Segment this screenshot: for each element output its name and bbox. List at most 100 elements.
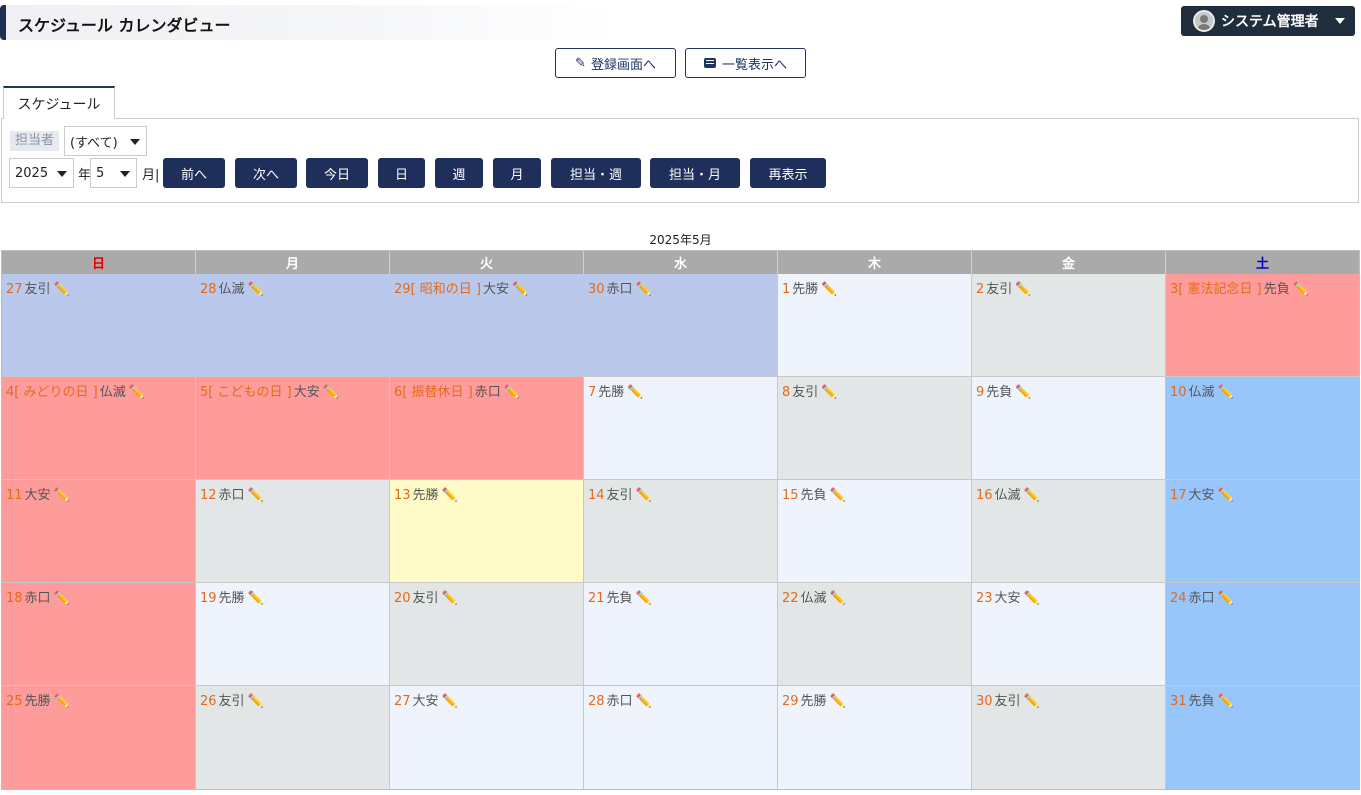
month-calendar: 日 月 火 水 木 金 土 27 友引 ✏️ 28 仏滅 ✏️ 29[ 昭和の日 ] 大安 ✏️… (1, 250, 1360, 790)
pencil-icon[interactable]: ✏️ (54, 282, 70, 297)
pencil-icon[interactable]: ✏️ (248, 282, 264, 297)
calendar-day-cell[interactable]: 4[ みどりの日 ] 仏滅 ✏️ (2, 377, 196, 480)
pencil-icon[interactable]: ✏️ (636, 488, 652, 503)
pencil-icon[interactable]: ✏️ (627, 385, 643, 400)
calendar-day-cell[interactable]: 28 仏滅 ✏️ (196, 274, 390, 377)
rokuyo-label: 仏滅 (99, 385, 126, 400)
pencil-icon[interactable]: ✏️ (129, 385, 145, 400)
pencil-icon[interactable]: ✏️ (1218, 694, 1234, 709)
calendar-day-cell[interactable]: 1 先勝 ✏️ (778, 274, 972, 377)
pencil-icon[interactable]: ✏️ (1024, 694, 1040, 709)
month-view-button[interactable]: 月 (493, 158, 541, 188)
pencil-icon[interactable]: ✏️ (442, 591, 458, 606)
calendar-day-cell[interactable]: 20 友引 ✏️ (390, 583, 584, 686)
pencil-icon[interactable]: ✏️ (1218, 488, 1234, 503)
year-select[interactable]: 2025 (9, 158, 74, 188)
calendar-day-cell[interactable]: 16 仏滅 ✏️ (972, 480, 1166, 583)
pencil-icon[interactable]: ✏️ (323, 385, 339, 400)
calendar-day-cell[interactable]: 30 赤口 ✏️ (584, 274, 778, 377)
user-menu-button[interactable]: システム管理者 (1181, 6, 1355, 36)
pencil-icon[interactable]: ✏️ (1218, 385, 1234, 400)
assignee-month-button[interactable]: 担当・月 (650, 158, 740, 188)
month-select[interactable]: 5 (90, 158, 137, 188)
calendar-day-cell[interactable]: 23 大安 ✏️ (972, 583, 1166, 686)
register-screen-button[interactable]: ✎ 登録画面へ (555, 48, 676, 78)
day-number: 21 (588, 591, 605, 606)
calendar-week-row: 25 先勝 ✏️ 26 友引 ✏️ 27 大安 ✏️ 28 赤口 ✏️ 29 先勝 ✏️ 30 友引 ✏️ 31 先負… (2, 686, 1359, 789)
calendar-header-row: 日 月 火 水 木 金 土 (2, 251, 1359, 274)
pencil-icon[interactable]: ✏️ (636, 591, 652, 606)
day-number: 28 (588, 694, 605, 709)
calendar-day-cell[interactable]: 14 友引 ✏️ (584, 480, 778, 583)
pencil-icon[interactable]: ✏️ (830, 488, 846, 503)
pencil-icon[interactable]: ✏️ (1024, 488, 1040, 503)
assignee-week-button[interactable]: 担当・週 (551, 158, 641, 188)
calendar-day-cell[interactable]: 27 大安 ✏️ (390, 686, 584, 789)
pencil-icon[interactable]: ✏️ (1015, 282, 1031, 297)
calendar-day-cell[interactable]: 29[ 昭和の日 ] 大安 ✏️ (390, 274, 584, 377)
day-view-button[interactable]: 日 (378, 158, 425, 188)
calendar-day-cell[interactable]: 31 先負 ✏️ (1166, 686, 1359, 789)
calendar-day-cell[interactable]: 18 赤口 ✏️ (2, 583, 196, 686)
calendar-day-cell[interactable]: 13 先勝 ✏️ (390, 480, 584, 583)
calendar-day-cell[interactable]: 2 友引 ✏️ (972, 274, 1166, 377)
pencil-icon[interactable]: ✏️ (1293, 282, 1309, 297)
calendar-day-cell[interactable]: 11 大安 ✏️ (2, 480, 196, 583)
calendar-day-cell[interactable]: 5[ こどもの日 ] 大安 ✏️ (196, 377, 390, 480)
pencil-icon[interactable]: ✏️ (248, 488, 264, 503)
calendar-day-cell[interactable]: 27 友引 ✏️ (2, 274, 196, 377)
pencil-icon[interactable]: ✏️ (821, 282, 837, 297)
assignee-select[interactable]: (すべて) (64, 126, 147, 156)
calendar-day-cell[interactable]: 24 赤口 ✏️ (1166, 583, 1359, 686)
pencil-icon[interactable]: ✏️ (442, 694, 458, 709)
calendar-day-cell[interactable]: 6[ 振替休日 ] 赤口 ✏️ (390, 377, 584, 480)
rokuyo-label: 先勝 (218, 591, 245, 606)
tab-schedule[interactable]: スケジュール (3, 86, 115, 119)
pencil-icon[interactable]: ✏️ (54, 488, 70, 503)
pencil-icon[interactable]: ✏️ (1218, 591, 1234, 606)
calendar-day-cell[interactable]: 8 友引 ✏️ (778, 377, 972, 480)
pencil-icon[interactable]: ✏️ (830, 694, 846, 709)
calendar-day-cell[interactable]: 22 仏滅 ✏️ (778, 583, 972, 686)
filter-panel: 担当者 (すべて) 2025 年 5 月| 前へ 次へ 今日 日 週 月 担当・… (1, 118, 1359, 203)
calendar-day-cell[interactable]: 7 先勝 ✏️ (584, 377, 778, 480)
day-number: 27 (6, 282, 23, 297)
pencil-icon[interactable]: ✏️ (636, 282, 652, 297)
prev-button[interactable]: 前へ (163, 158, 225, 188)
calendar-body: 27 友引 ✏️ 28 仏滅 ✏️ 29[ 昭和の日 ] 大安 ✏️ 30 赤口 ✏️ 1 先勝 ✏️ 2 友引… (2, 274, 1359, 789)
day-number: 24 (1170, 591, 1187, 606)
calendar-day-cell[interactable]: 28 赤口 ✏️ (584, 686, 778, 789)
pencil-icon[interactable]: ✏️ (512, 282, 528, 297)
calendar-day-cell[interactable]: 12 赤口 ✏️ (196, 480, 390, 583)
day-number: 27 (394, 694, 411, 709)
list-view-button[interactable]: 一覧表示へ (685, 48, 806, 78)
next-button[interactable]: 次へ (235, 158, 297, 188)
calendar-day-cell[interactable]: 21 先負 ✏️ (584, 583, 778, 686)
calendar-day-cell[interactable]: 26 友引 ✏️ (196, 686, 390, 789)
calendar-day-cell[interactable]: 15 先負 ✏️ (778, 480, 972, 583)
pencil-icon[interactable]: ✏️ (1024, 591, 1040, 606)
pencil-icon[interactable]: ✏️ (248, 591, 264, 606)
pencil-icon[interactable]: ✏️ (54, 591, 70, 606)
pencil-icon[interactable]: ✏️ (442, 488, 458, 503)
calendar-day-cell[interactable]: 3[ 憲法記念日 ] 先負 ✏️ (1166, 274, 1359, 377)
rokuyo-label: 友引 (986, 282, 1013, 297)
pencil-icon[interactable]: ✏️ (821, 385, 837, 400)
calendar-day-cell[interactable]: 10 仏滅 ✏️ (1166, 377, 1359, 480)
week-view-button[interactable]: 週 (435, 158, 483, 188)
calendar-day-cell[interactable]: 9 先負 ✏️ (972, 377, 1166, 480)
today-button[interactable]: 今日 (306, 158, 368, 188)
calendar-day-cell[interactable]: 19 先勝 ✏️ (196, 583, 390, 686)
refresh-button[interactable]: 再表示 (750, 158, 826, 188)
calendar-day-cell[interactable]: 25 先勝 ✏️ (2, 686, 196, 789)
calendar-day-cell[interactable]: 29 先勝 ✏️ (778, 686, 972, 789)
calendar-day-cell[interactable]: 30 友引 ✏️ (972, 686, 1166, 789)
calendar-day-cell[interactable]: 17 大安 ✏️ (1166, 480, 1359, 583)
pencil-icon[interactable]: ✏️ (54, 694, 70, 709)
pencil-icon[interactable]: ✏️ (248, 694, 264, 709)
pencil-icon[interactable]: ✏️ (504, 385, 520, 400)
pencil-icon[interactable]: ✏️ (636, 694, 652, 709)
pencil-icon[interactable]: ✏️ (1015, 385, 1031, 400)
pencil-icon[interactable]: ✏️ (830, 591, 846, 606)
rokuyo-label: 仏滅 (800, 591, 827, 606)
